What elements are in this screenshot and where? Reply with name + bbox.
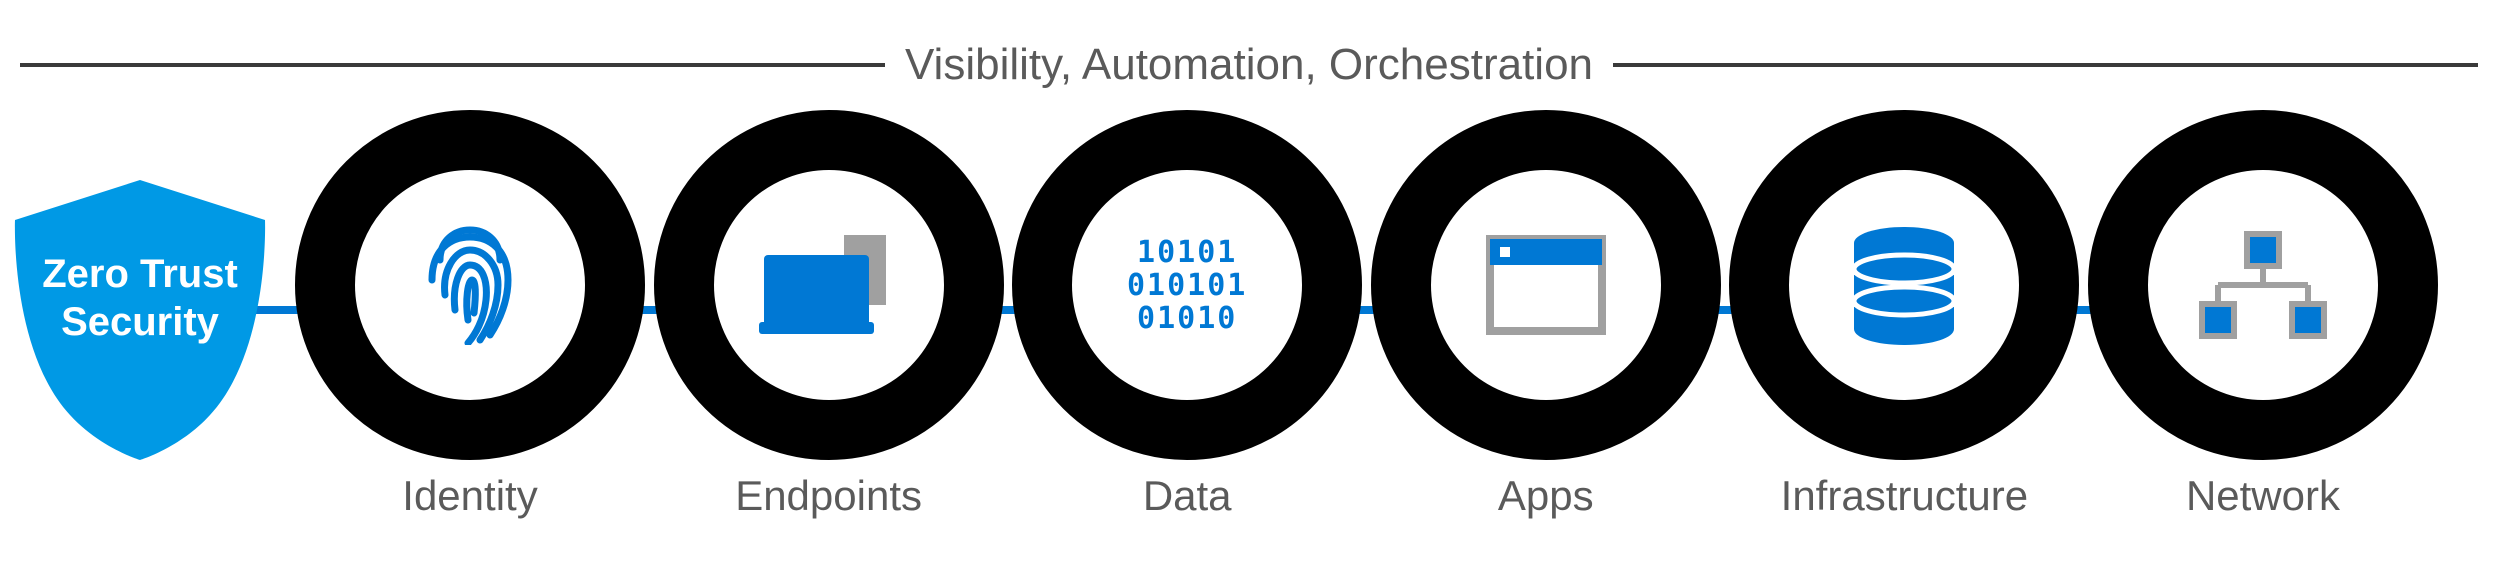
- network-icon: [2193, 215, 2333, 355]
- pillar-label-data: Data: [1143, 472, 1232, 520]
- divider-left: [20, 63, 885, 67]
- pillar-label-identity: Identity: [402, 472, 537, 520]
- binary-line-2: 010101: [1127, 269, 1247, 302]
- header-title: Visibility, Automation, Orchestration: [905, 40, 1593, 90]
- window-icon: [1476, 215, 1616, 355]
- shield-label: Zero Trust Security: [10, 250, 270, 346]
- binary-line-1: 10101: [1127, 236, 1247, 269]
- pillar-label-infrastructure: Infrastructure: [1781, 472, 2028, 520]
- pillar-data: 10101 010101 01010 Data: [1012, 110, 1362, 520]
- shield-label-line2: Security: [10, 298, 270, 346]
- pillar-infrastructure: Infrastructure: [1729, 110, 2079, 520]
- pillars-row: Identity Endpoints 10101 010101 01010: [295, 110, 2438, 520]
- ring-identity: [295, 110, 645, 460]
- pillar-network: Network: [2088, 110, 2438, 520]
- ring-apps: [1371, 110, 1721, 460]
- ring-endpoints: [654, 110, 1004, 460]
- devices-icon: [759, 215, 899, 355]
- shield-label-line1: Zero Trust: [10, 250, 270, 298]
- divider-right: [1613, 63, 2478, 67]
- binary-icon: 10101 010101 01010: [1117, 215, 1257, 355]
- pillar-label-endpoints: Endpoints: [735, 472, 922, 520]
- binary-line-3: 01010: [1127, 302, 1247, 335]
- pillar-label-network: Network: [2186, 472, 2340, 520]
- ring-network: [2088, 110, 2438, 460]
- pillar-endpoints: Endpoints: [654, 110, 1004, 520]
- pillar-apps: Apps: [1371, 110, 1721, 520]
- ring-infrastructure: [1729, 110, 2079, 460]
- ring-data: 10101 010101 01010: [1012, 110, 1362, 460]
- header-divider: Visibility, Automation, Orchestration: [20, 40, 2478, 90]
- zero-trust-shield: Zero Trust Security: [10, 180, 270, 460]
- pillar-label-apps: Apps: [1498, 472, 1594, 520]
- fingerprint-icon: [400, 215, 540, 355]
- pillar-identity: Identity: [295, 110, 645, 520]
- database-icon: [1834, 215, 1974, 355]
